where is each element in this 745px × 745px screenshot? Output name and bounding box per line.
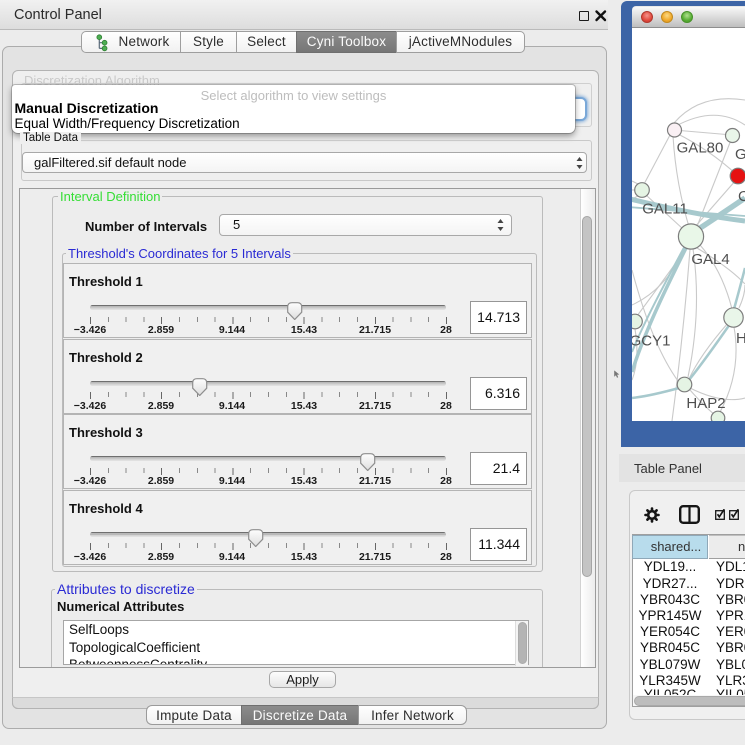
svg-text:GA: GA [735, 146, 745, 163]
svg-text:GAL11: GAL11 [642, 201, 688, 218]
svg-text:GCY1: GCY1 [632, 333, 670, 350]
svg-text:GAL80: GAL80 [677, 140, 724, 157]
svg-text:C: C [738, 188, 745, 205]
svg-text:HAP2: HAP2 [686, 395, 725, 412]
svg-text:GAL4: GAL4 [691, 251, 729, 268]
svg-text:H: H [736, 330, 745, 347]
